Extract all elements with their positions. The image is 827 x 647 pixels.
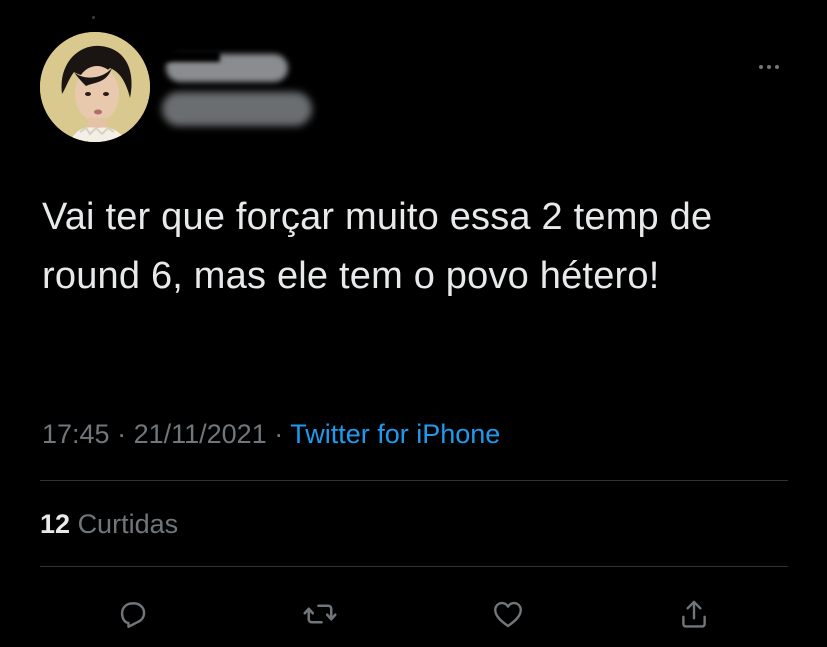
more-dot-icon [775,65,779,69]
likes-count: 12 [40,509,71,539]
tweet-actions [0,592,827,636]
reply-button[interactable] [110,592,154,636]
retweet-icon [303,604,337,624]
avatar[interactable] [40,32,150,142]
like-icon [494,601,522,628]
divider [40,566,788,567]
decorative-dot [92,16,95,19]
more-dot-icon [767,65,771,69]
reply-icon [120,602,146,628]
meta-separator: · [109,419,134,449]
likes-stat[interactable]: 12 Curtidas [40,504,178,544]
avatar-photo-icon [40,32,150,142]
tweet-source-link[interactable]: Twitter for iPhone [290,419,500,449]
retweet-button[interactable] [298,592,342,636]
tweet-time[interactable]: 17:45 [42,419,110,449]
more-dot-icon [759,65,763,69]
share-button[interactable] [672,592,716,636]
tweet-detail: Vai ter que forçar muito essa 2 temp de … [0,0,827,647]
tweet-text: Vai ter que forçar muito essa 2 temp de … [42,196,713,297]
likes-label: Curtidas [77,509,179,539]
author-handle-redacted[interactable] [162,92,312,126]
more-options-button[interactable] [752,56,786,78]
meta-separator: · [266,419,291,449]
like-button[interactable] [486,592,530,636]
divider [40,480,788,481]
share-icon [682,600,706,628]
redaction-mask [160,50,220,62]
tweet-date[interactable]: 21/11/2021 [134,419,267,449]
tweet-meta: 17:45 · 21/11/2021 · Twitter for iPhone [42,414,500,454]
